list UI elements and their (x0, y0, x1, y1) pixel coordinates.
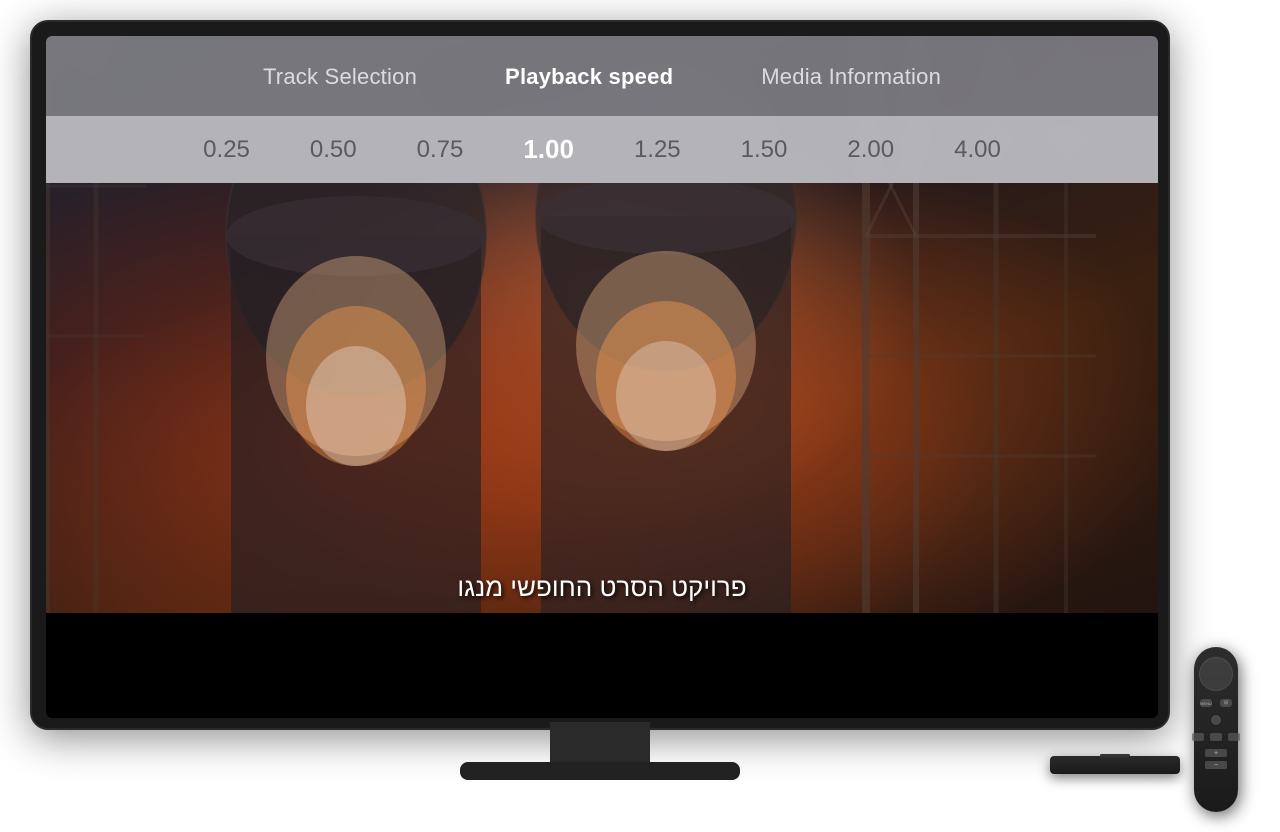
tab-media-information[interactable]: Media Information (717, 56, 985, 98)
speed-option-100[interactable]: 1.00 (493, 126, 604, 173)
remote-play-pause-button[interactable] (1210, 733, 1222, 741)
remote-volume-down-button[interactable]: − (1205, 761, 1227, 769)
remote-volume-up-button[interactable]: + (1205, 749, 1227, 757)
remote-menu-row: MENU ⊞ (1200, 699, 1232, 707)
remote-forward-button[interactable] (1228, 733, 1240, 741)
tv-stand-base (460, 762, 740, 780)
bottom-bar (46, 613, 1158, 718)
speed-selector-row: 0.25 0.50 0.75 1.00 1.25 (46, 116, 1158, 183)
remote-rewind-button[interactable] (1192, 733, 1204, 741)
tab-bar: Track Selection Playback speed Media Inf… (46, 36, 1158, 116)
speed-option-150[interactable]: 1.50 (711, 128, 818, 172)
remote-playback-row (1192, 733, 1240, 741)
remote-touchpad[interactable] (1199, 657, 1233, 691)
speed-option-075[interactable]: 0.75 (387, 128, 494, 172)
apple-tv-remote: MENU ⊞ + − (1194, 647, 1238, 812)
remote-volume-controls: + − (1205, 749, 1227, 769)
speed-option-400[interactable]: 4.00 (924, 128, 1031, 172)
top-overlay: Track Selection Playback speed Media Inf… (46, 36, 1158, 183)
speed-option-050[interactable]: 0.50 (280, 128, 387, 172)
tv-screen: Track Selection Playback speed Media Inf… (46, 36, 1158, 718)
tv-body: Track Selection Playback speed Media Inf… (30, 20, 1170, 730)
speed-option-025[interactable]: 0.25 (173, 128, 280, 172)
remote-siri-button[interactable] (1211, 715, 1221, 725)
speed-option-125[interactable]: 1.25 (604, 128, 711, 172)
tv-wrapper: Track Selection Playback speed Media Inf… (30, 20, 1170, 770)
scene: Track Selection Playback speed Media Inf… (0, 0, 1280, 832)
tab-playback-speed[interactable]: Playback speed (461, 56, 717, 98)
subtitle-text: פרויקט הסרט החופשי מנגו (457, 572, 746, 603)
remote-home-button[interactable]: ⊞ (1220, 699, 1232, 707)
tab-track-selection[interactable]: Track Selection (219, 56, 461, 98)
apple-tv-device (1050, 756, 1180, 774)
remote-menu-button[interactable]: MENU (1200, 699, 1212, 707)
speed-option-200[interactable]: 2.00 (817, 128, 924, 172)
